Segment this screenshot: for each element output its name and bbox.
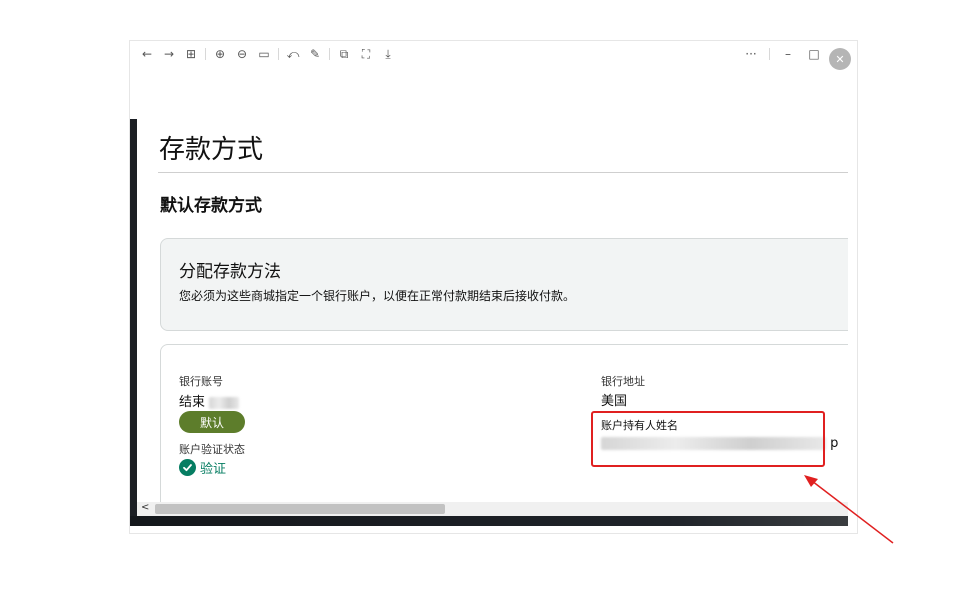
bottom-dark-bar [130,516,848,526]
redacted-account-number [209,396,240,409]
bank-account-label: 银行账号 [179,375,223,388]
grid-icon[interactable]: ⊞ [180,43,202,65]
bank-address-label: 银行地址 [601,375,645,388]
verification-status: 验证 [179,458,226,477]
window-controls: ··· – □ ✕ [740,41,851,70]
toolbar-divider [329,48,330,60]
screenshot-content: 存款方式 默认存款方式 分配存款方法 您必须为这些商城指定一个银行账户，以便在正… [130,119,848,526]
verification-value: 验证 [200,462,227,477]
edit-icon[interactable]: ✎ [304,43,326,65]
toolbar-divider [205,48,206,60]
screenshot-icon[interactable]: ⛶ [355,43,377,65]
forward-arrow-icon[interactable]: → [158,43,180,65]
horizontal-scrollbar[interactable]: < [137,502,848,516]
notice-description: 您必须为这些商城指定一个银行账户，以便在正常付款期结束后接收付款。 [179,289,576,303]
bank-address-value: 美国 [601,394,628,409]
deposit-method-card: 银行账号 结束 默认 账户验证状态 验证 银行地址 美国 账户持有人姓名 p [160,344,848,524]
download-icon[interactable]: ⤓ [377,43,399,65]
assign-deposit-notice: 分配存款方法 您必须为这些商城指定一个银行账户，以便在正常付款期结束后接收付款。 [160,238,848,331]
rotate-icon[interactable]: ⤺ [282,43,304,65]
back-arrow-icon[interactable]: ← [136,43,158,65]
left-dark-bar [130,119,137,526]
close-button[interactable]: ✕ [829,48,851,70]
highlight-box [591,411,825,467]
bank-account-value: 结束 [179,391,240,410]
account-prefix: 结束 [179,395,206,410]
more-options-icon[interactable]: ··· [740,43,762,65]
toolbar-divider [278,48,279,60]
default-badge: 默认 [179,411,245,433]
page-title: 存款方式 [159,135,264,165]
fit-width-icon[interactable]: ▭ [253,43,275,65]
section-title: 默认存款方式 [160,196,262,216]
zoom-out-icon[interactable]: ⊖ [231,43,253,65]
viewer-toolbar: ← → ⊞ ⊕ ⊖ ▭ ⤺ ✎ ⧉ ⛶ ⤓ ··· – □ ✕ [130,41,857,70]
scroll-left-arrow-icon[interactable]: < [141,502,149,513]
holder-suffix: p [830,436,839,451]
maximize-icon[interactable]: □ [803,43,825,65]
title-divider [158,172,848,173]
minimize-icon[interactable]: – [777,43,799,65]
toolbar-divider [769,48,770,60]
zoom-in-icon[interactable]: ⊕ [209,43,231,65]
scrollbar-thumb[interactable] [155,504,445,514]
image-viewer-window: ← → ⊞ ⊕ ⊖ ▭ ⤺ ✎ ⧉ ⛶ ⤓ ··· – □ ✕ 存款方式 默认存… [129,40,858,534]
copy-icon[interactable]: ⧉ [333,43,355,65]
close-icon: ✕ [835,52,845,66]
notice-title: 分配存款方法 [179,262,281,282]
verification-status-label: 账户验证状态 [179,443,245,456]
check-circle-icon [179,459,196,476]
